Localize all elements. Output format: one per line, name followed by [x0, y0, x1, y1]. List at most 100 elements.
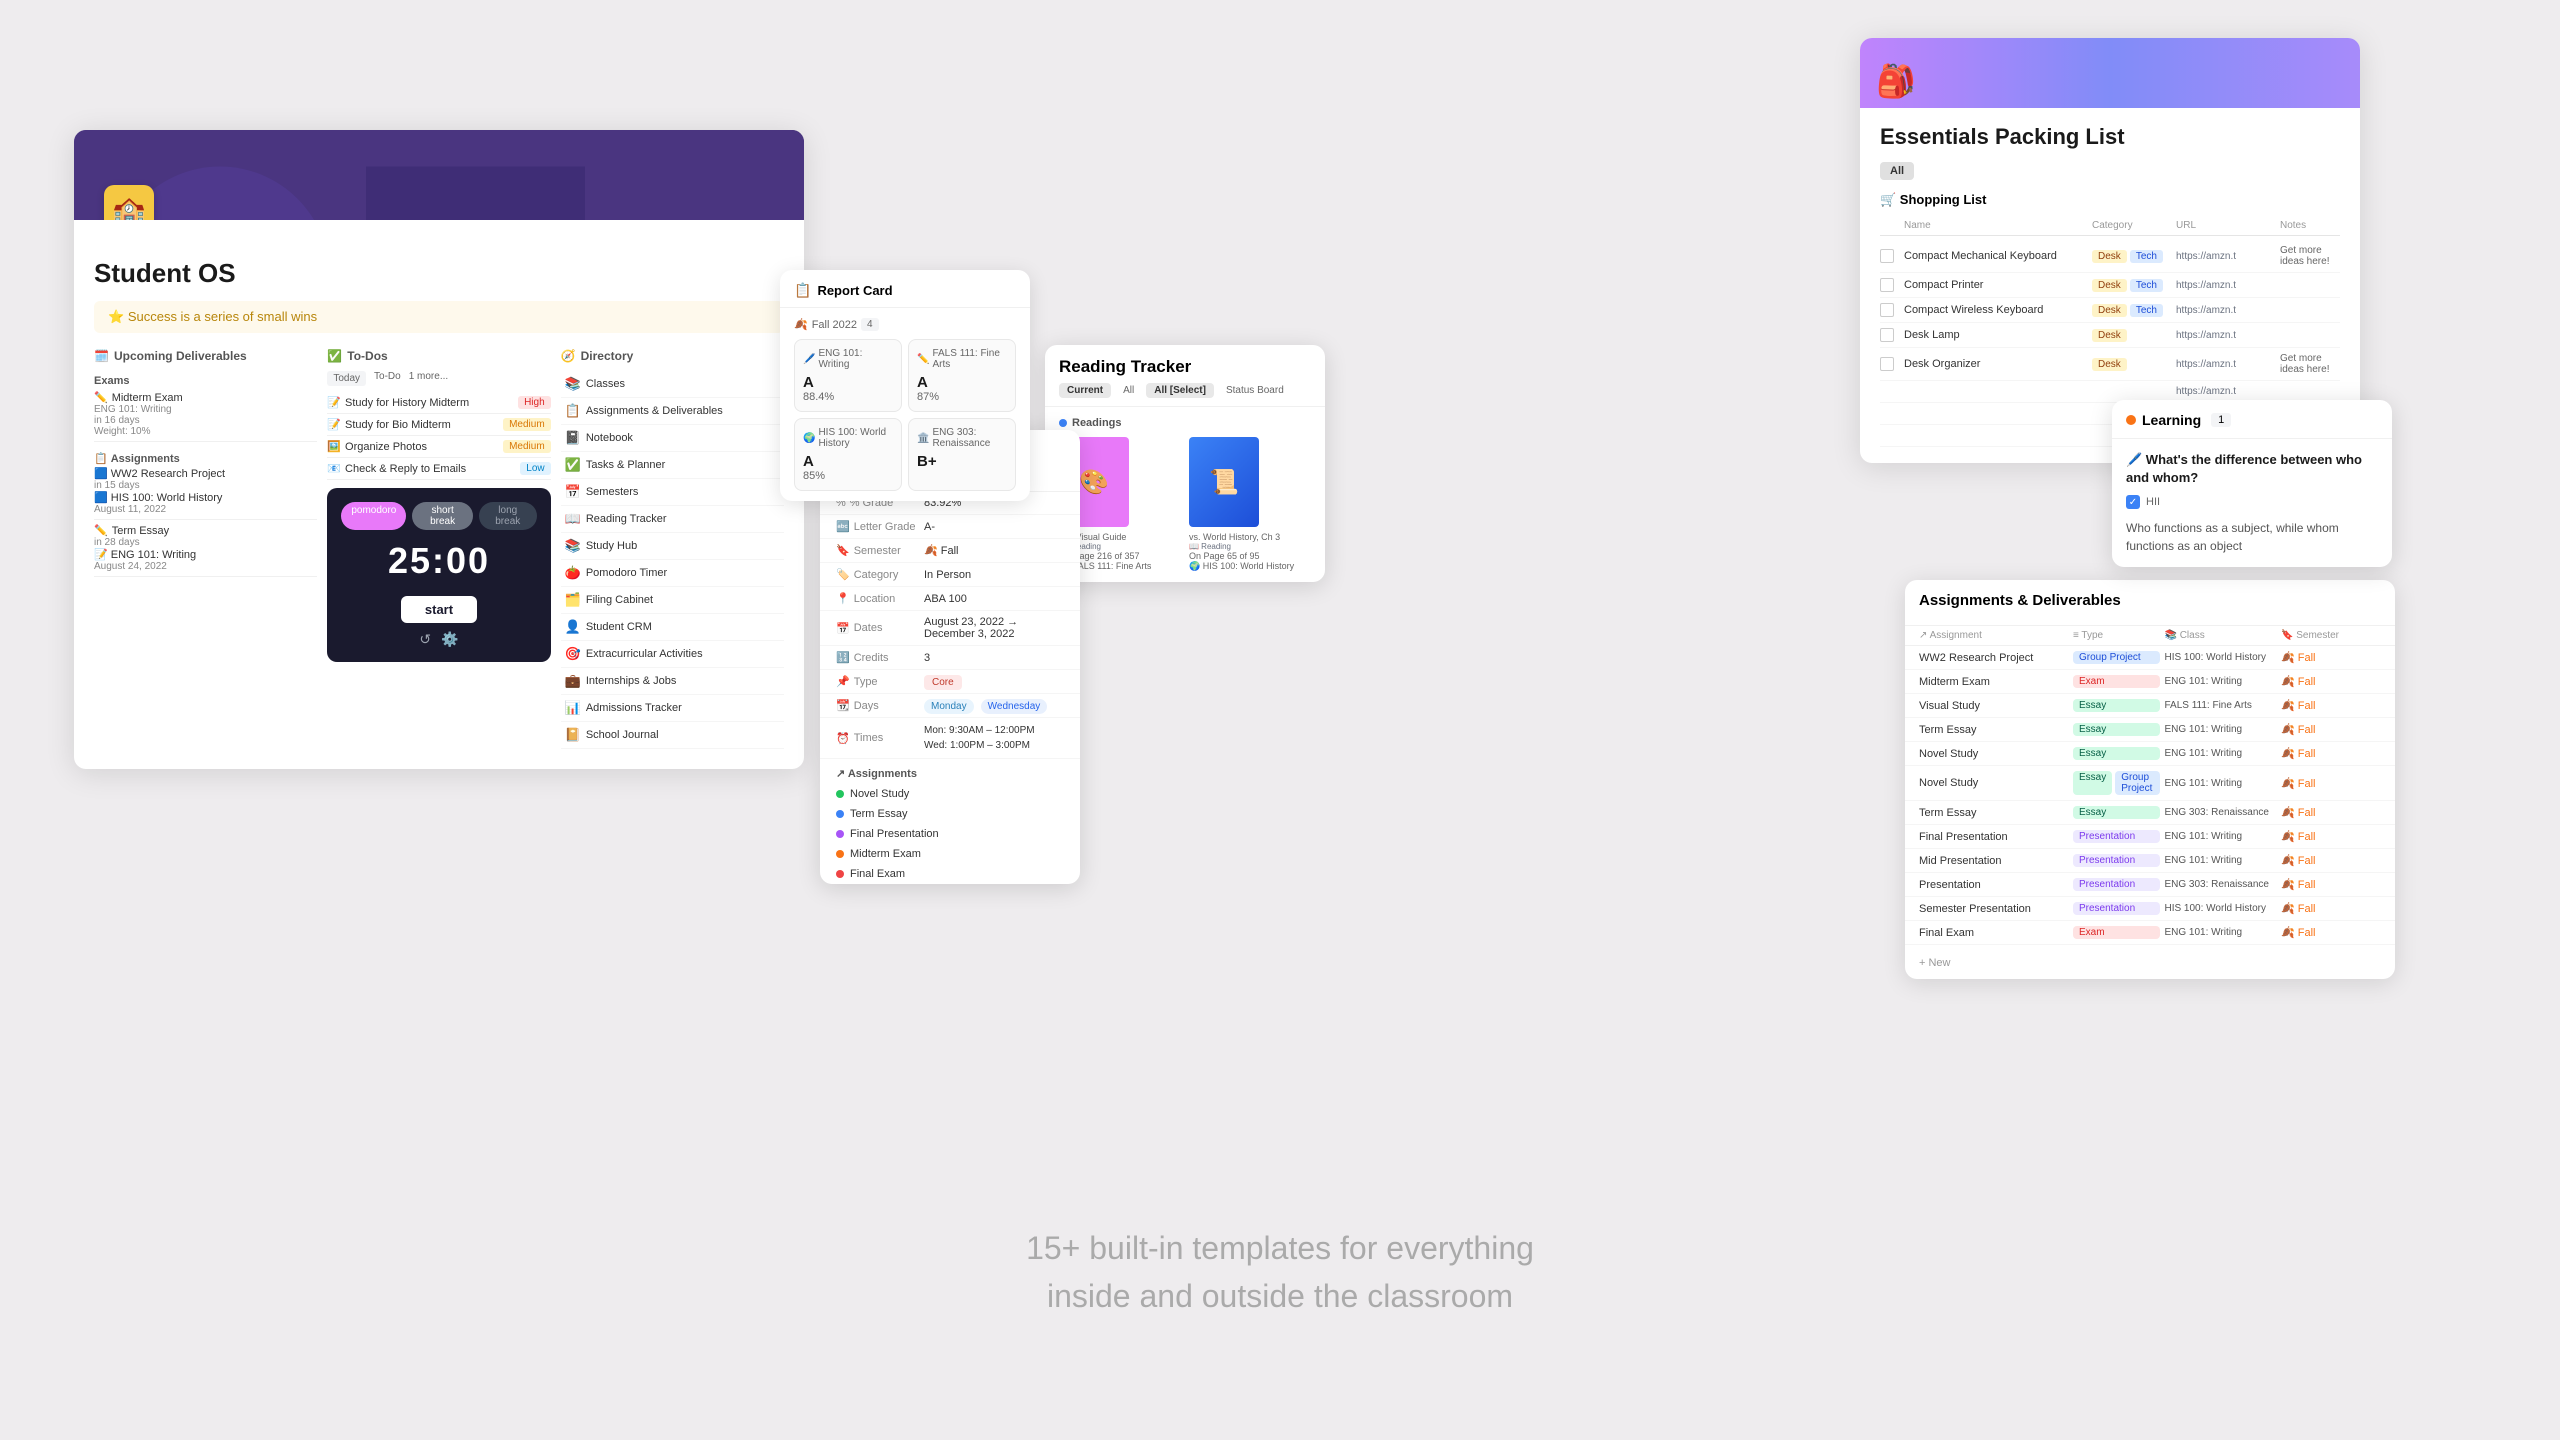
dir-semesters[interactable]: 📅Semesters — [561, 479, 784, 506]
cat-tech-1: Tech — [2130, 250, 2163, 263]
midterm-weight: Weight: 10% — [94, 426, 317, 437]
dir-study-hub[interactable]: 📚Study Hub — [561, 533, 784, 560]
cat-tech-2: Tech — [2130, 279, 2163, 292]
checkbox-3[interactable] — [1880, 303, 1894, 317]
days-icon: 📆 — [836, 699, 850, 712]
row9-type: Presentation — [2073, 854, 2160, 867]
midterm-exam-item: ✏️ Midterm Exam ENG 101: Writing in 16 d… — [94, 391, 317, 437]
todo-2-name: Study for Bio Midterm — [345, 419, 451, 431]
eng-category-row: 🏷️ Category In Person — [820, 563, 1080, 587]
eng-category: In Person — [924, 569, 971, 581]
check-box[interactable]: ✓ — [2126, 495, 2140, 509]
item-name-1: Compact Mechanical Keyboard — [1904, 250, 2088, 262]
assign-final-exam: Final Exam — [820, 864, 1080, 884]
midterm-icon: ✏️ — [94, 391, 108, 404]
dir-filing[interactable]: 🗂️Filing Cabinet — [561, 587, 784, 614]
dir-reading[interactable]: 📖Reading Tracker — [561, 506, 784, 533]
tab-all[interactable]: All — [1115, 383, 1142, 398]
dir-admissions[interactable]: 📊Admissions Tracker — [561, 695, 784, 722]
reading-tabs: Current All All [Select] Status Board — [1059, 383, 1311, 398]
category-icon: 🏷️ — [836, 568, 850, 581]
row4-type: Essay — [2073, 723, 2160, 736]
url-4[interactable]: https://amzn.t — [2176, 330, 2276, 341]
url-5[interactable]: https://amzn.t — [2176, 359, 2276, 370]
new-row-button[interactable]: + New — [1905, 945, 2395, 979]
tab-todo[interactable]: To-Do — [374, 371, 401, 386]
checkbox-4[interactable] — [1880, 328, 1894, 342]
todo-3-icon: 🖼️ — [327, 440, 341, 453]
ess-row-4: Desk Lamp Desk https://amzn.t — [1880, 323, 2340, 348]
pomodoro-start-button[interactable]: start — [401, 596, 477, 623]
tasks-icon: ✅ — [565, 457, 581, 473]
assign-midterm: Midterm Exam — [820, 844, 1080, 864]
his100-icon: 🌍 — [803, 433, 815, 444]
learning-check: ✓ HII — [2126, 495, 2378, 509]
tab-all[interactable]: All — [1880, 162, 1914, 180]
todo-item-3: 🖼️ Organize Photos Medium — [327, 436, 550, 458]
assign-row-12: Final Exam Exam ENG 101: Writing 🍂 Fall — [1905, 921, 2395, 945]
dir-journal[interactable]: 📔School Journal — [561, 722, 784, 749]
row11-sem: 🍂 Fall — [2281, 902, 2381, 915]
essay-date: August 24, 2022 — [94, 561, 317, 572]
learning-header: Learning 1 — [2112, 400, 2392, 439]
tab-current[interactable]: Current — [1059, 383, 1111, 398]
final-pres-dot — [836, 830, 844, 838]
his100-grade: A — [803, 453, 893, 470]
todos-pomodoro-col: ✅ To-Dos Today To-Do 1 more... — [327, 349, 550, 749]
tab-today[interactable]: Today — [327, 371, 366, 386]
row3-class: FALS 111: Fine Arts — [2164, 700, 2277, 711]
assign-row-5: Novel Study Essay ENG 101: Writing 🍂 Fal… — [1905, 742, 2395, 766]
student-os-card: 🏫 Student OS Success is a series of smal… — [74, 130, 804, 769]
book-history-info: vs. World History, Ch 3 📖 Reading On Pag… — [1189, 532, 1311, 572]
checkbox-1[interactable] — [1880, 249, 1894, 263]
dir-assignments[interactable]: 📋Assignments & Deliverables — [561, 398, 784, 425]
bottom-text: 15+ built-in templates for everything in… — [1026, 1224, 1534, 1320]
book-history-title: vs. World History, Ch 3 — [1189, 532, 1311, 542]
book-history-tag: 📖 Reading — [1189, 542, 1311, 551]
dir-pomodoro[interactable]: 🍅Pomodoro Timer — [561, 560, 784, 587]
row7-sem: 🍂 Fall — [2281, 806, 2381, 819]
eng-dates-row: 📅 Dates August 23, 2022 → December 3, 20… — [820, 611, 1080, 646]
refresh-icon[interactable]: ↺ — [419, 631, 431, 648]
todos-icon: ✅ — [327, 349, 342, 363]
eng101-icon: 🖊️ — [803, 354, 815, 365]
dir-classes[interactable]: 📚Classes — [561, 371, 784, 398]
ww2-name: 🟦 WW2 Research Project — [94, 467, 317, 480]
dir-extracurricular[interactable]: 🎯Extracurricular Activities — [561, 641, 784, 668]
checkbox-5[interactable] — [1880, 357, 1894, 371]
url-6[interactable]: https://amzn.t — [2176, 386, 2276, 397]
report-body: 🍂 Fall 2022 4 🖊️ ENG 101: Writing A 88.4… — [780, 308, 1030, 501]
eng-credits-row: 🔢 Credits 3 — [820, 646, 1080, 670]
row8-sem: 🍂 Fall — [2281, 830, 2381, 843]
midterm-date: in 16 days — [94, 415, 317, 426]
assign-row-7: Term Essay Essay ENG 303: Renaissance 🍂 … — [1905, 801, 2395, 825]
url-3[interactable]: https://amzn.t — [2176, 305, 2276, 316]
letter-icon: 🔤 — [836, 520, 850, 533]
cat-tech-3: Tech — [2130, 304, 2163, 317]
tab-more[interactable]: 1 more... — [409, 371, 448, 386]
dir-crm[interactable]: 👤Student CRM — [561, 614, 784, 641]
checkbox-2[interactable] — [1880, 278, 1894, 292]
row3-name: Visual Study — [1919, 700, 2069, 712]
assignments-section: 📋 Assignments 🟦 WW2 Research Project in … — [94, 442, 317, 520]
location-icon: 📍 — [836, 592, 850, 605]
art-icon: 🎨 — [1079, 468, 1109, 497]
shopping-list-label: 🛒 Shopping List — [1880, 192, 2340, 208]
exams-label: Exams — [94, 375, 317, 387]
dir-notebook[interactable]: 📓Notebook — [561, 425, 784, 452]
dir-internships[interactable]: 💼Internships & Jobs — [561, 668, 784, 695]
essay-name: Term Essay — [112, 525, 169, 537]
tab-all-select[interactable]: All [Select] — [1146, 383, 1214, 398]
url-1[interactable]: https://amzn.t — [2176, 251, 2276, 262]
learning-answer: Who functions as a subject, while whom f… — [2126, 519, 2378, 555]
dir-tasks[interactable]: ✅Tasks & Planner — [561, 452, 784, 479]
cat-desk-2: Desk — [2092, 279, 2127, 292]
cat-desk-1: Desk — [2092, 250, 2127, 263]
settings-icon[interactable]: ⚙️ — [441, 631, 458, 648]
tab-status-board[interactable]: Status Board — [1218, 383, 1292, 398]
row4-class: ENG 101: Writing — [2164, 724, 2277, 735]
url-2[interactable]: https://amzn.t — [2176, 280, 2276, 291]
pomodoro-tag: pomodoro — [341, 502, 406, 530]
assign-table-header: ↗ Assignment ≡ Type 📚 Class 🔖 Semester — [1905, 626, 2395, 646]
day-wednesday: Wednesday — [981, 699, 1048, 714]
